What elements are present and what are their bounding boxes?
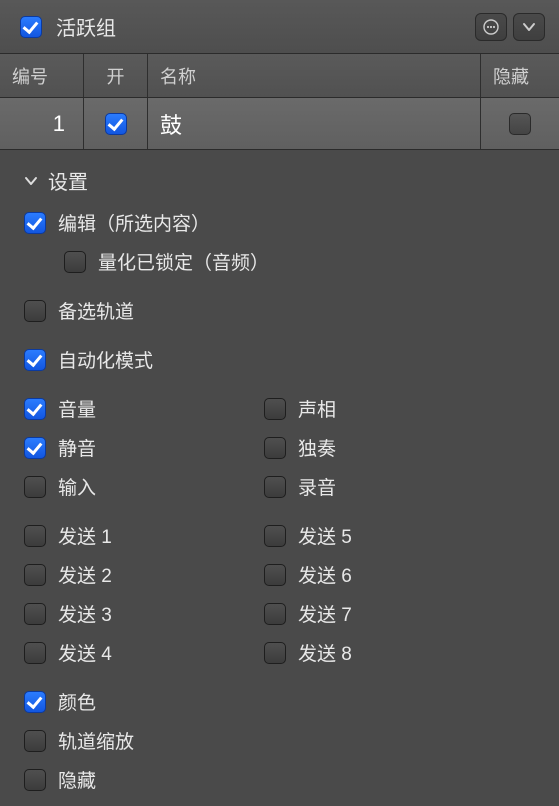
cell-on [84, 98, 148, 149]
option-send8: 发送 8 [264, 633, 543, 672]
cell-number: 1 [0, 98, 84, 149]
send3-checkbox[interactable] [24, 603, 46, 625]
send2-label: 发送 2 [58, 561, 112, 588]
hide-checkbox[interactable] [24, 769, 46, 791]
pan-label: 声相 [298, 395, 336, 422]
mute-label: 静音 [58, 434, 96, 461]
settings-header[interactable]: 设置 [16, 160, 543, 203]
option-send5: 发送 5 [264, 516, 543, 555]
active-group-checkbox[interactable] [20, 16, 42, 38]
track-zoom-checkbox[interactable] [24, 730, 46, 752]
top-bar-right [475, 13, 545, 41]
column-header: 编号 开 名称 隐藏 [0, 54, 559, 98]
column-on[interactable]: 开 [84, 54, 148, 97]
send7-label: 发送 7 [298, 600, 352, 627]
automation-mode-checkbox[interactable] [24, 349, 46, 371]
sends-left: 发送 1 发送 2 发送 3 发送 4 [24, 516, 264, 672]
edit-checkbox[interactable] [24, 212, 46, 234]
table-row[interactable]: 1 鼓 [0, 98, 559, 150]
record-label: 录音 [298, 473, 336, 500]
cell-hide [481, 98, 559, 149]
option-hide: 隐藏 [16, 760, 543, 799]
column-name[interactable]: 名称 [148, 54, 481, 97]
volume-label: 音量 [58, 395, 96, 422]
track-zoom-label: 轨道缩放 [58, 727, 134, 754]
send3-label: 发送 3 [58, 600, 112, 627]
sends-options: 发送 1 发送 2 发送 3 发送 4 发送 5 发送 6 发送 7 发送 8 [16, 516, 543, 672]
color-checkbox[interactable] [24, 691, 46, 713]
option-mute: 静音 [24, 428, 264, 467]
alt-track-label: 备选轨道 [58, 297, 134, 324]
column-number[interactable]: 编号 [0, 54, 84, 97]
quantize-locked-checkbox[interactable] [64, 251, 86, 273]
cell-number-value: 1 [53, 111, 65, 137]
send7-checkbox[interactable] [264, 603, 286, 625]
column-hide-label: 隐藏 [493, 63, 529, 89]
settings-title: 设置 [48, 166, 88, 195]
send6-label: 发送 6 [298, 561, 352, 588]
option-input: 输入 [24, 467, 264, 506]
solo-label: 独奏 [298, 434, 336, 461]
send6-checkbox[interactable] [264, 564, 286, 586]
edit-label: 编辑（所选内容） [58, 209, 210, 236]
send4-label: 发送 4 [58, 639, 112, 666]
option-send4: 发送 4 [24, 633, 264, 672]
option-track-zoom: 轨道缩放 [16, 721, 543, 760]
option-solo: 独奏 [264, 428, 543, 467]
column-hide[interactable]: 隐藏 [481, 54, 559, 97]
sends-right: 发送 5 发送 6 发送 7 发送 8 [264, 516, 543, 672]
option-send6: 发送 6 [264, 555, 543, 594]
pan-checkbox[interactable] [264, 398, 286, 420]
option-send2: 发送 2 [24, 555, 264, 594]
send5-label: 发送 5 [298, 522, 352, 549]
option-send1: 发送 1 [24, 516, 264, 555]
send5-checkbox[interactable] [264, 525, 286, 547]
color-label: 颜色 [58, 688, 96, 715]
mix-options-left: 音量静音输入 [24, 389, 264, 506]
automation-mode-label: 自动化模式 [58, 346, 153, 373]
cell-name[interactable]: 鼓 [148, 98, 481, 149]
option-volume: 音量 [24, 389, 264, 428]
option-edit: 编辑（所选内容） [16, 203, 543, 242]
quantize-locked-label: 量化已锁定（音频） [98, 248, 269, 275]
volume-checkbox[interactable] [24, 398, 46, 420]
send4-checkbox[interactable] [24, 642, 46, 664]
column-number-label: 编号 [12, 63, 48, 89]
option-color: 颜色 [16, 682, 543, 721]
solo-checkbox[interactable] [264, 437, 286, 459]
option-alt-track: 备选轨道 [16, 291, 543, 330]
send8-checkbox[interactable] [264, 642, 286, 664]
send8-label: 发送 8 [298, 639, 352, 666]
mute-checkbox[interactable] [24, 437, 46, 459]
mix-options-right: 声相独奏录音 [264, 389, 543, 506]
more-options-icon[interactable] [475, 13, 507, 41]
top-bar-left: 活跃组 [20, 12, 116, 41]
alt-track-checkbox[interactable] [24, 300, 46, 322]
top-bar: 活跃组 [0, 0, 559, 54]
option-send7: 发送 7 [264, 594, 543, 633]
column-on-label: 开 [107, 63, 125, 89]
cell-name-value: 鼓 [160, 108, 182, 140]
hide-label: 隐藏 [58, 766, 96, 793]
row-hide-checkbox[interactable] [509, 113, 531, 135]
send2-checkbox[interactable] [24, 564, 46, 586]
disclosure-chevron-icon[interactable] [22, 172, 40, 190]
option-pan: 声相 [264, 389, 543, 428]
option-send3: 发送 3 [24, 594, 264, 633]
input-label: 输入 [58, 473, 96, 500]
active-group-label: 活跃组 [56, 12, 116, 41]
send1-label: 发送 1 [58, 522, 112, 549]
row-on-checkbox[interactable] [105, 113, 127, 135]
option-record: 录音 [264, 467, 543, 506]
input-checkbox[interactable] [24, 476, 46, 498]
option-quantize-locked: 量化已锁定（音频） [16, 242, 543, 281]
mix-options: 音量静音输入 声相独奏录音 [16, 389, 543, 506]
send1-checkbox[interactable] [24, 525, 46, 547]
chevron-down-icon[interactable] [513, 13, 545, 41]
settings-panel: 设置 编辑（所选内容） 量化已锁定（音频） 备选轨道 自动化模式 音量静音输入 … [0, 150, 559, 799]
column-name-label: 名称 [160, 63, 196, 89]
record-checkbox[interactable] [264, 476, 286, 498]
option-automation-mode: 自动化模式 [16, 340, 543, 379]
